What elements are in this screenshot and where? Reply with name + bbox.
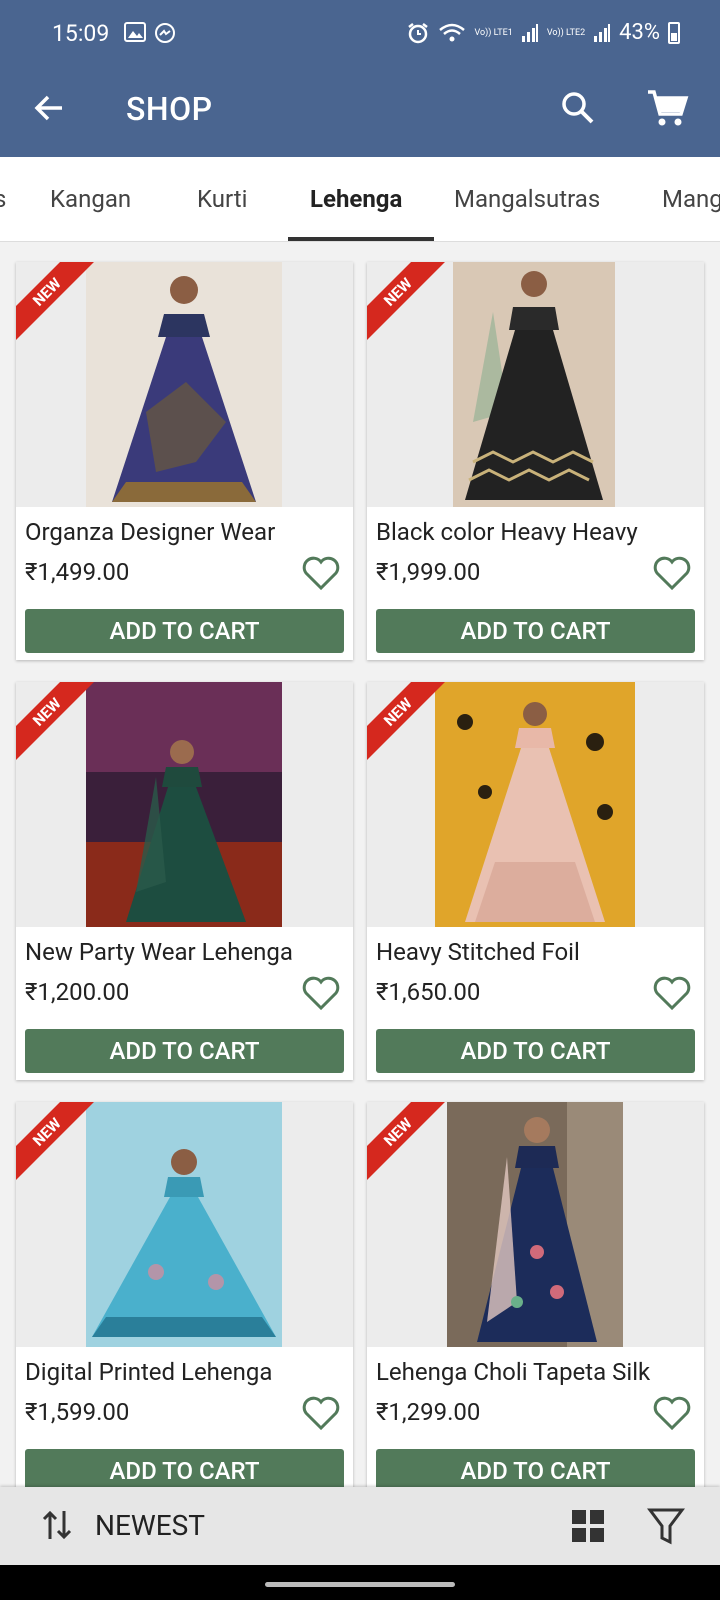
product-price: ₹1,999.00 bbox=[376, 558, 481, 586]
product-price: ₹1,499.00 bbox=[25, 558, 130, 586]
product-image[interactable]: NEW bbox=[16, 682, 353, 927]
product-card[interactable]: NEW Heavy Stitched Foil ₹1,650.00 ADD TO… bbox=[367, 682, 704, 1080]
sim1-label: Vo)) LTE1 bbox=[474, 27, 513, 38]
tab-kurti[interactable]: Kurti bbox=[197, 157, 247, 241]
product-image[interactable]: NEW bbox=[367, 1102, 704, 1347]
heart-icon[interactable] bbox=[301, 1394, 341, 1432]
add-to-cart-button[interactable]: ADD TO CART bbox=[376, 1029, 695, 1073]
new-badge: NEW bbox=[367, 262, 453, 347]
image-icon bbox=[124, 22, 146, 42]
sort-icon[interactable] bbox=[40, 1505, 74, 1545]
tab-kangan[interactable]: Kangan bbox=[50, 157, 131, 241]
category-tabs: s Kangan Kurti Lehenga Mangalsutras Mang bbox=[0, 157, 720, 242]
product-card[interactable]: NEW Black color Heavy Heavy ₹1,999.00 AD… bbox=[367, 262, 704, 660]
product-price: ₹1,200.00 bbox=[25, 978, 130, 1006]
search-icon[interactable] bbox=[556, 86, 600, 130]
filter-icon[interactable] bbox=[646, 1505, 686, 1547]
heart-icon[interactable] bbox=[301, 974, 341, 1012]
bottom-toolbar: NEWEST bbox=[0, 1487, 720, 1565]
battery-icon bbox=[668, 21, 680, 44]
product-name[interactable]: Black color Heavy Heavy bbox=[376, 518, 638, 546]
tab-lehenga[interactable]: Lehenga bbox=[310, 157, 402, 241]
product-image[interactable]: NEW bbox=[16, 262, 353, 507]
new-badge: NEW bbox=[367, 1102, 453, 1187]
sort-label[interactable]: NEWEST bbox=[95, 1509, 205, 1542]
product-card[interactable]: NEW Digital Printed Lehenga ₹1,599.00 AD… bbox=[16, 1102, 353, 1500]
add-to-cart-button[interactable]: ADD TO CART bbox=[25, 609, 344, 653]
active-tab-indicator bbox=[288, 237, 434, 241]
sim2-label: Vo)) LTE2 bbox=[546, 27, 586, 38]
signal-icon bbox=[521, 23, 538, 42]
product-name[interactable]: Digital Printed Lehenga bbox=[25, 1358, 272, 1386]
heart-icon[interactable] bbox=[301, 554, 341, 592]
product-image[interactable]: NEW bbox=[367, 262, 704, 507]
system-nav-bar bbox=[0, 1565, 720, 1600]
add-to-cart-button[interactable]: ADD TO CART bbox=[25, 1029, 344, 1073]
wifi-icon bbox=[439, 23, 466, 41]
product-name[interactable]: New Party Wear Lehenga bbox=[25, 938, 293, 966]
app-bar: SHOP bbox=[0, 60, 720, 157]
back-arrow-icon[interactable] bbox=[28, 86, 72, 130]
tab-partial-right[interactable]: Mang bbox=[662, 157, 720, 241]
tab-partial-left[interactable]: s bbox=[0, 157, 6, 241]
product-card[interactable]: NEW Organza Designer Wear ₹1,499.00 ADD … bbox=[16, 262, 353, 660]
product-name[interactable]: Heavy Stitched Foil bbox=[376, 938, 580, 966]
add-to-cart-button[interactable]: ADD TO CART bbox=[376, 609, 695, 653]
tab-mangalsutras[interactable]: Mangalsutras bbox=[454, 157, 600, 241]
battery-percent: 43% bbox=[619, 20, 660, 45]
product-name[interactable]: Organza Designer Wear bbox=[25, 518, 275, 546]
messenger-icon bbox=[155, 23, 175, 43]
heart-icon[interactable] bbox=[652, 1394, 692, 1432]
signal-icon bbox=[594, 23, 611, 42]
cart-icon[interactable] bbox=[645, 86, 689, 130]
home-gesture-handle[interactable] bbox=[265, 1582, 455, 1587]
product-card[interactable]: NEW New Party Wear Lehenga ₹1,200.00 ADD… bbox=[16, 682, 353, 1080]
product-name[interactable]: Lehenga Choli Tapeta Silk bbox=[376, 1358, 650, 1386]
product-price: ₹1,650.00 bbox=[376, 978, 481, 1006]
status-bar: 15:09 Vo)) LTE1 Vo)) LTE2 43% bbox=[0, 0, 720, 60]
product-price: ₹1,299.00 bbox=[376, 1398, 481, 1426]
product-image[interactable]: NEW bbox=[16, 1102, 353, 1347]
heart-icon[interactable] bbox=[652, 974, 692, 1012]
product-price: ₹1,599.00 bbox=[25, 1398, 130, 1426]
product-image[interactable]: NEW bbox=[367, 682, 704, 927]
status-time: 15:09 bbox=[52, 20, 110, 47]
alarm-icon bbox=[408, 22, 429, 43]
grid-view-icon[interactable] bbox=[569, 1507, 607, 1545]
heart-icon[interactable] bbox=[652, 554, 692, 592]
page-title: SHOP bbox=[126, 90, 213, 128]
product-card[interactable]: NEW Lehenga Choli Tapeta Silk ₹1,299.00 … bbox=[367, 1102, 704, 1500]
